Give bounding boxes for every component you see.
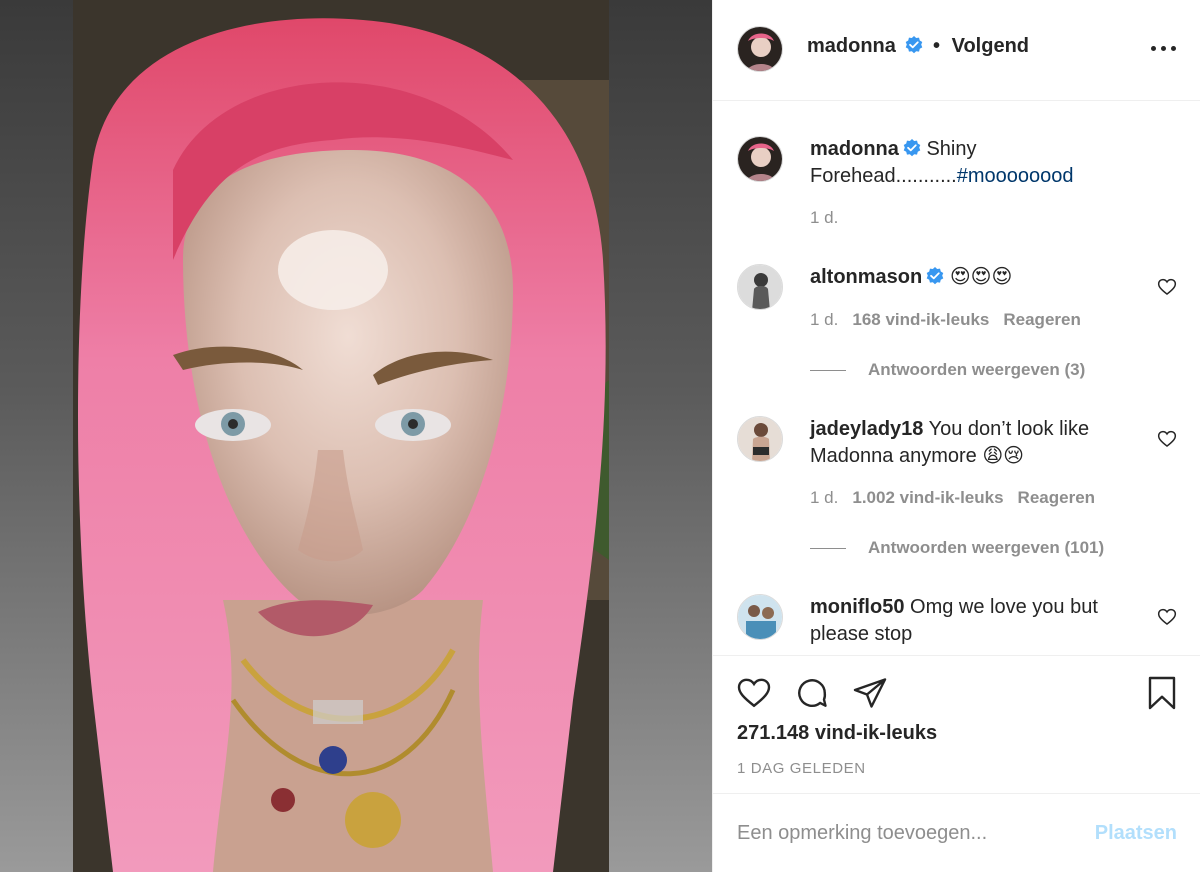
post-date[interactable]: 1 DAG GELEDEN [737,760,866,777]
post-comment-button[interactable]: Plaatsen [1095,822,1177,845]
comment-username[interactable]: altonmason [810,266,922,288]
following-button[interactable]: Volgend [952,35,1029,57]
comment-item: jadeylady18 You don’t look like Madonna … [737,414,1177,557]
view-replies-label: Antwoorden weergeven (101) [868,538,1105,557]
post-photo[interactable] [73,0,609,872]
bookmark-icon[interactable] [1143,675,1181,711]
reply-button[interactable]: Reageren [1003,310,1080,329]
view-replies-button[interactable]: Antwoorden weergeven (3) [810,360,1085,380]
post-media-pane [0,0,712,872]
share-icon[interactable] [851,675,889,711]
replies-divider [810,370,846,372]
comment-meta: 1 d. 168 vind-ik-leuks Reageren [810,310,1081,330]
caption-age: 1 d. [810,208,839,227]
post-actions: 271.148 vind-ik-leuks 1 DAG GELEDEN [713,655,1200,793]
heart-icon[interactable] [1157,277,1177,297]
heart-icon[interactable] [735,675,773,711]
reply-button[interactable]: Reageren [1018,488,1095,507]
comment-item: moniflo50 Omg we love you but please sto… [737,592,1177,655]
post-caption: madonna Shiny Forehead...........#mooooo… [737,128,1177,238]
view-replies-button[interactable]: Antwoorden weergeven (101) [810,538,1104,558]
comment-text: altonmason 😍😍😍 [810,264,1150,291]
comment-meta: 1 d. 1.002 vind-ik-leuks Reageren [810,488,1095,508]
post-header: madonna • Volgend [713,0,1200,101]
caption-author-username[interactable]: madonna [810,138,899,160]
comment-composer: Plaatsen [713,793,1200,872]
comment-likes[interactable]: 1.002 vind-ik-leuks [852,488,1003,507]
verified-badge-icon [906,36,923,54]
comment-input[interactable] [737,818,1067,848]
verified-badge-icon [903,139,921,157]
comment-likes[interactable]: 168 vind-ik-leuks [852,310,989,329]
comment-text: jadeylady18 You don’t look like Madonna … [810,416,1150,470]
more-options-icon[interactable] [1151,38,1177,58]
view-replies-label: Antwoorden weergeven (3) [868,360,1086,379]
comment-username[interactable]: jadeylady18 [810,418,923,440]
likes-count[interactable]: 271.148 vind-ik-leuks [737,722,937,745]
replies-divider [810,548,846,550]
comment-age: 1 d. [810,488,839,507]
caption-author-avatar[interactable] [737,136,783,182]
header-separator: • [933,35,941,57]
comment-item: altonmason 😍😍😍 1 d. 168 vind-ik-leuks Reag… [737,262,1177,382]
comment-icon[interactable] [793,675,831,711]
post-side-panel: madonna • Volgend madonna Shiny Forehead… [712,0,1200,872]
author-username[interactable]: madonna [807,35,896,57]
comment-username[interactable]: moniflo50 [810,596,904,618]
comment-body: 😍😍😍 [949,266,1013,288]
verified-badge-icon [926,267,944,285]
comment-age: 1 d. [810,310,839,329]
caption-hashtag-link[interactable]: #moooooood [957,165,1074,187]
heart-icon[interactable] [1157,429,1177,449]
post-photo-image [73,0,609,872]
heart-icon[interactable] [1157,607,1177,627]
comment-text: moniflo50 Omg we love you but please sto… [810,594,1150,648]
header-user-row: madonna • Volgend [807,35,1029,58]
caption-text: madonna Shiny Forehead...........#mooooo… [810,136,1150,190]
comments-list[interactable]: madonna Shiny Forehead...........#mooooo… [713,102,1200,655]
commenter-avatar[interactable] [737,416,783,462]
commenter-avatar[interactable] [737,264,783,310]
commenter-avatar[interactable] [737,594,783,640]
author-avatar[interactable] [737,26,783,72]
